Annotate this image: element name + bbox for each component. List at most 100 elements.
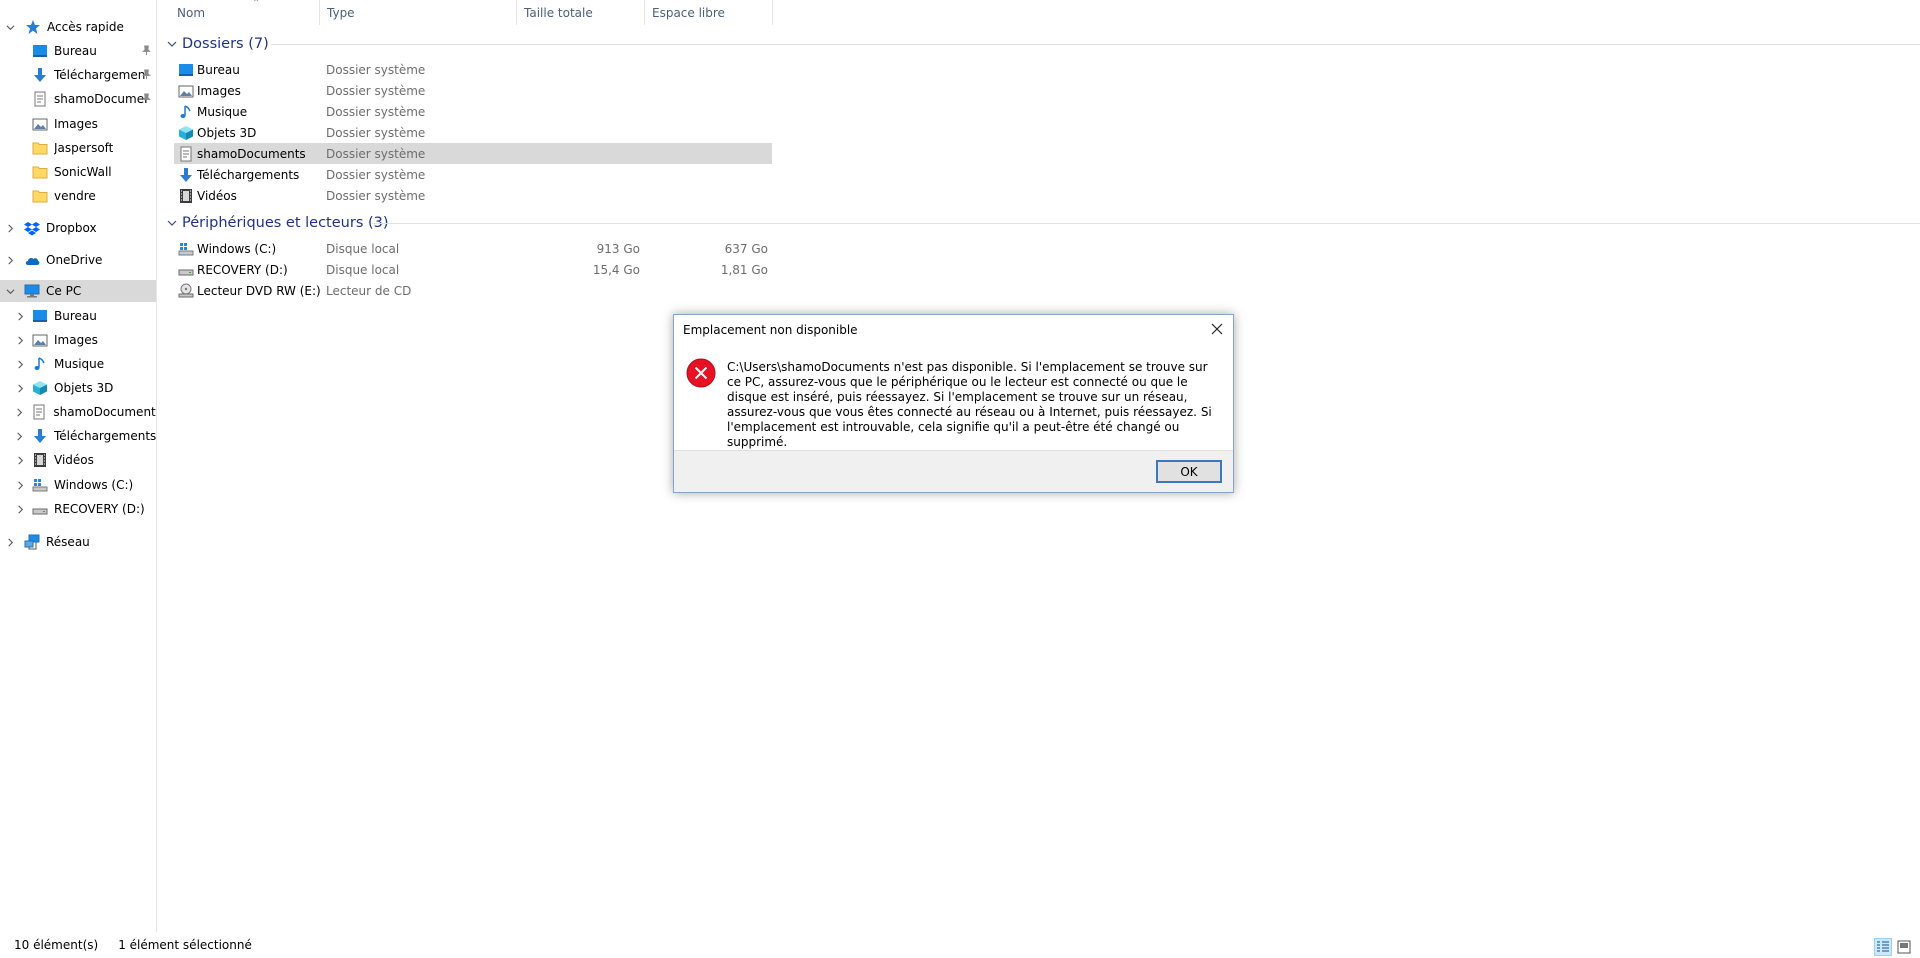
- row-type: Dossier système: [326, 83, 426, 98]
- column-header-label: Type: [327, 5, 355, 20]
- group-divider: [372, 223, 1920, 224]
- document-icon: [32, 91, 48, 107]
- group-header-devices[interactable]: Périphériques et lecteurs (3): [164, 212, 389, 234]
- chevron-right-icon[interactable]: [14, 334, 26, 346]
- nav-item-label: Bureau: [54, 309, 97, 323]
- chevron-right-icon[interactable]: [14, 479, 26, 491]
- row-name: Lecteur DVD RW (E:): [197, 283, 321, 298]
- column-header-label: Taille totale: [524, 5, 593, 20]
- nav-item-pc-objets-3d[interactable]: Objets 3D: [0, 377, 156, 399]
- nav-item-label: Jaspersoft: [54, 141, 114, 155]
- music-icon: [32, 356, 48, 372]
- dvd-drive-icon: [178, 283, 194, 299]
- nav-item-pc-bureau[interactable]: Bureau: [0, 305, 156, 327]
- video-icon: [32, 452, 48, 468]
- large-icons-view-button[interactable]: [1895, 938, 1913, 956]
- row-name: Vidéos: [197, 188, 237, 203]
- table-row[interactable]: Objets 3D Dossier système: [174, 122, 772, 143]
- nav-item-pc-musique[interactable]: Musique: [0, 353, 156, 375]
- nav-item-label: OneDrive: [46, 253, 103, 267]
- nav-item-label: SonicWall: [54, 165, 112, 179]
- video-icon: [178, 188, 194, 204]
- column-header-type[interactable]: Type: [320, 0, 517, 25]
- table-row[interactable]: Images Dossier système: [174, 80, 772, 101]
- table-row[interactable]: Téléchargements Dossier système: [174, 164, 772, 185]
- nav-item-label: Réseau: [46, 535, 90, 549]
- nav-item-pc-images[interactable]: Images: [0, 329, 156, 351]
- nav-item-label: Dropbox: [46, 221, 97, 235]
- table-row[interactable]: Vidéos Dossier système: [174, 185, 772, 206]
- nav-item-pc-shamodocuments[interactable]: shamoDocuments: [0, 401, 156, 423]
- nav-item-dropbox[interactable]: Dropbox: [0, 217, 156, 239]
- nav-item-quick-access[interactable]: Accès rapide: [0, 16, 156, 38]
- nav-item-pc-telechargements[interactable]: Téléchargements: [0, 425, 156, 447]
- nav-item-label: Windows (C:): [54, 478, 134, 492]
- chevron-right-icon[interactable]: [14, 430, 26, 442]
- cloud-icon: [24, 252, 40, 268]
- chevron-down-icon[interactable]: [164, 215, 180, 231]
- row-type: Dossier système: [326, 146, 426, 161]
- group-title: Dossiers (7): [182, 36, 269, 52]
- cube-icon: [32, 380, 48, 396]
- nav-item-ce-pc[interactable]: Ce PC: [0, 280, 156, 302]
- group-header-folders[interactable]: Dossiers (7): [164, 33, 269, 55]
- nav-item-pc-recovery-d[interactable]: RECOVERY (D:): [0, 498, 156, 520]
- nav-item-onedrive[interactable]: OneDrive: [0, 249, 156, 271]
- nav-item-label: shamoDocuments: [54, 92, 146, 106]
- chevron-right-icon[interactable]: [14, 310, 26, 322]
- dialog-close-button[interactable]: [1209, 321, 1225, 337]
- table-row-selected[interactable]: shamoDocuments Dossier système: [174, 143, 772, 164]
- nav-item-pc-videos[interactable]: Vidéos: [0, 449, 156, 471]
- download-icon: [32, 67, 48, 83]
- nav-item-vendre[interactable]: vendre: [0, 185, 156, 207]
- row-name: Objets 3D: [197, 125, 257, 140]
- table-row[interactable]: Windows (C:) Disque local 913 Go 637 Go: [174, 238, 772, 259]
- table-row[interactable]: Musique Dossier système: [174, 101, 772, 122]
- chevron-right-icon[interactable]: [14, 454, 26, 466]
- chevron-right-icon[interactable]: [4, 536, 16, 548]
- row-type: Lecteur de CD: [326, 283, 412, 298]
- chevron-down-icon[interactable]: [164, 36, 180, 52]
- column-header-name[interactable]: Nom ⌃: [170, 0, 320, 25]
- chevron-right-icon[interactable]: [14, 382, 26, 394]
- nav-item-shamodocuments[interactable]: shamoDocuments: [0, 88, 156, 110]
- nav-item-images[interactable]: Images: [0, 113, 156, 135]
- table-row[interactable]: RECOVERY (D:) Disque local 15,4 Go 1,81 …: [174, 259, 772, 280]
- windows-drive-icon: [32, 477, 48, 493]
- document-icon: [178, 146, 194, 162]
- nav-item-reseau[interactable]: Réseau: [0, 531, 156, 553]
- nav-item-pc-windows-c[interactable]: Windows (C:): [0, 474, 156, 496]
- nav-item-telechargements[interactable]: Téléchargements: [0, 64, 156, 86]
- row-total-size: 15,4 Go: [592, 262, 640, 277]
- ok-button[interactable]: OK: [1156, 460, 1222, 483]
- chevron-down-icon[interactable]: [4, 285, 16, 297]
- row-type: Dossier système: [326, 104, 426, 119]
- close-icon: [1211, 323, 1223, 335]
- nav-item-bureau[interactable]: Bureau: [0, 40, 156, 62]
- folder-icon: [32, 188, 48, 204]
- drive-icon: [178, 262, 194, 278]
- table-row[interactable]: Bureau Dossier système: [174, 59, 772, 80]
- chevron-right-icon[interactable]: [14, 358, 26, 370]
- navigation-pane[interactable]: Accès rapide Bureau Téléchargements sham…: [0, 0, 157, 932]
- chevron-right-icon[interactable]: [4, 254, 16, 266]
- chevron-right-icon[interactable]: [4, 222, 16, 234]
- network-icon: [24, 534, 40, 550]
- details-view-button[interactable]: [1874, 938, 1892, 956]
- dialog-message: C:\Users\shamoDocuments n'est pas dispon…: [727, 360, 1212, 449]
- table-row[interactable]: Lecteur DVD RW (E:) Lecteur de CD: [174, 280, 772, 301]
- row-free-space: 1,81 Go: [720, 262, 768, 277]
- chevron-down-icon[interactable]: [4, 21, 16, 33]
- row-name: Téléchargements: [197, 167, 300, 182]
- row-name: Bureau: [197, 62, 240, 77]
- row-type: Dossier système: [326, 188, 426, 203]
- windows-drive-icon: [178, 241, 194, 257]
- nav-item-jaspersoft[interactable]: Jaspersoft: [0, 137, 156, 159]
- column-header-free-space[interactable]: Espace libre: [645, 0, 773, 25]
- chevron-right-icon[interactable]: [14, 503, 26, 515]
- images-icon: [32, 332, 48, 348]
- nav-item-sonicwall[interactable]: SonicWall: [0, 161, 156, 183]
- chevron-right-icon[interactable]: [14, 406, 25, 418]
- column-header-total-size[interactable]: Taille totale: [517, 0, 645, 25]
- nav-item-label: RECOVERY (D:): [54, 502, 145, 516]
